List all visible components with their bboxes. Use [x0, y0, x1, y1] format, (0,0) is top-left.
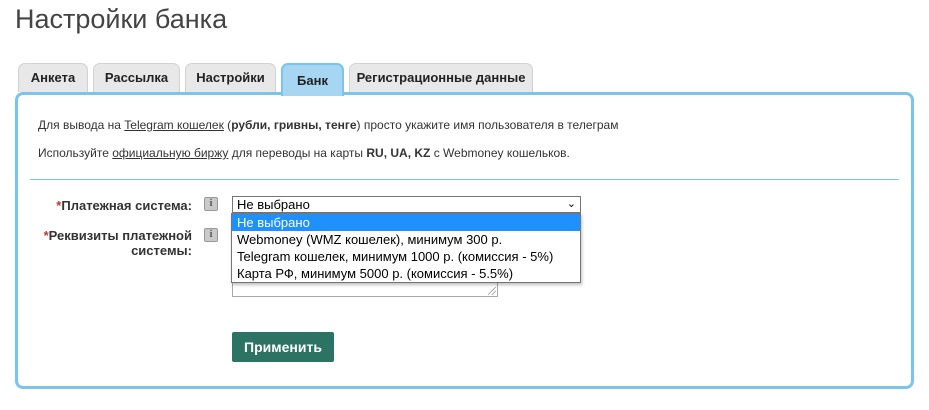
divider [30, 179, 899, 180]
resize-handle-icon[interactable] [488, 287, 496, 295]
tab-mailing[interactable]: Рассылка [93, 63, 180, 92]
info-icon[interactable]: i [204, 197, 218, 211]
payment-system-label: *Платежная система: [56, 198, 192, 213]
chevron-down-icon: ⌄ [566, 198, 576, 210]
payment-system-dropdown: Не выбрано Webmoney (WMZ кошелек), миним… [231, 213, 581, 283]
info-line-telegram: Для вывода на Telegram кошелек (рубли, г… [38, 118, 619, 132]
tab-registration[interactable]: Регистрационные данные [349, 63, 533, 92]
tab-settings[interactable]: Настройки [185, 63, 276, 92]
telegram-wallet-link[interactable]: Telegram кошелек [124, 118, 224, 132]
info-icon[interactable]: i [204, 228, 218, 242]
dropdown-option[interactable]: Telegram кошелек, минимум 1000 р. (комис… [232, 248, 580, 265]
tab-bank[interactable]: Банк [281, 63, 344, 96]
dropdown-option[interactable]: Карта РФ, минимум 5000 р. (комиссия - 5.… [232, 265, 580, 282]
tab-anketa[interactable]: Анкета [18, 63, 88, 92]
page-title: Настройки банка [15, 4, 228, 34]
apply-button[interactable]: Применить [232, 332, 334, 362]
payment-system-select[interactable]: Не выбрано ⌄ [232, 196, 581, 213]
info-line-exchange: Используйте официальную биржу для перево… [38, 146, 570, 160]
dropdown-option[interactable]: Webmoney (WMZ кошелек), минимум 300 р. [232, 231, 580, 248]
requisites-label: *Реквизиты платежной системы: [43, 228, 192, 258]
dropdown-option[interactable]: Не выбрано [232, 214, 580, 231]
official-exchange-link[interactable]: официальную биржу [112, 146, 228, 160]
